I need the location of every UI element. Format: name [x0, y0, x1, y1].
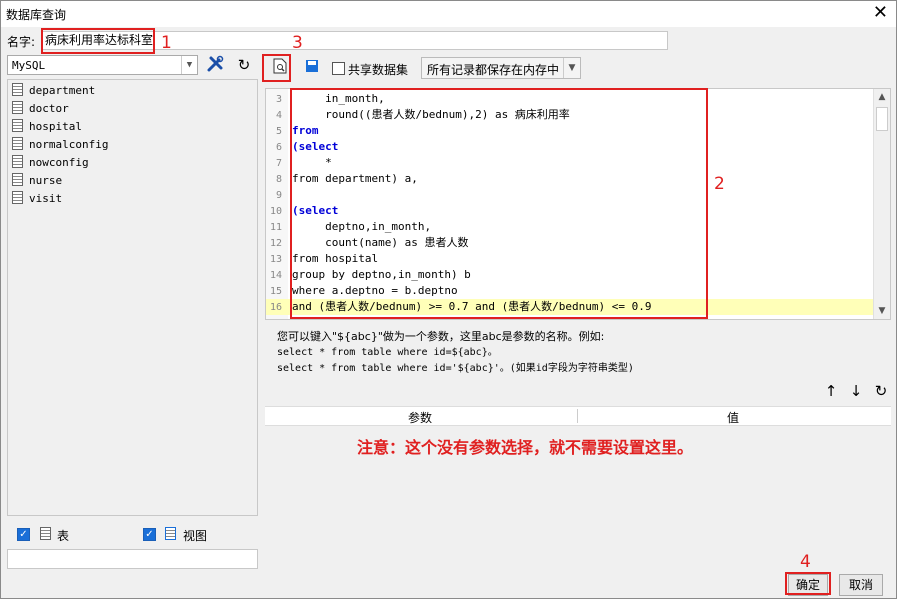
- save-icon[interactable]: [301, 58, 323, 78]
- table-icon: [12, 83, 23, 96]
- annotation-box-1: [41, 28, 155, 54]
- table-list: department doctor hospital normalconfig …: [7, 79, 258, 516]
- move-up-icon[interactable]: ↑: [822, 381, 840, 401]
- annotation-number-2: 2: [714, 174, 725, 194]
- notice-text: 注意：这个没有参数选择，就不需要设置这里。: [357, 438, 694, 457]
- annotation-number-4: 4: [800, 552, 811, 572]
- list-item-doctor[interactable]: doctor: [12, 101, 69, 119]
- object-filter-row: ✓ 表 ✓ 视图: [7, 523, 258, 545]
- parameter-table-header: 参数 值: [265, 406, 891, 426]
- parameter-table: 参数 值 注意：这个没有参数选择，就不需要设置这里。: [265, 406, 891, 571]
- editor-toolbar: 共享数据集 所有记录都保存在内存中 ▼: [265, 55, 890, 81]
- cancel-button[interactable]: 取消: [839, 574, 883, 596]
- table-icon: [12, 191, 23, 204]
- dialog-footer: 确定 取消: [1, 571, 896, 599]
- hint-line-1: 您可以键入"${abc}"做为一个参数，这里abc是参数的名称。例如:: [277, 330, 605, 343]
- table-icon: [40, 527, 51, 540]
- shared-dataset-label: 共享数据集: [348, 63, 409, 77]
- refresh-params-icon[interactable]: ↻: [872, 381, 890, 401]
- show-views-label: 视图: [183, 529, 208, 543]
- annotation-box-3: [262, 54, 291, 82]
- chevron-down-icon: ▼: [181, 56, 197, 74]
- scroll-down-icon[interactable]: ▼: [874, 303, 890, 319]
- show-views-checkbox[interactable]: ✓: [143, 528, 156, 541]
- connection-settings-icon[interactable]: [204, 55, 226, 75]
- table-icon: [12, 155, 23, 168]
- name-label: 名字:: [7, 35, 36, 49]
- db-type-select[interactable]: MySQL ▼: [7, 55, 198, 75]
- refresh-icon[interactable]: ↻: [233, 55, 255, 75]
- show-tables-label: 表: [57, 529, 70, 543]
- annotation-box-4: [785, 572, 831, 595]
- table-icon: [12, 137, 23, 150]
- shared-dataset-checkbox[interactable]: [332, 62, 345, 75]
- list-item-department[interactable]: department: [12, 83, 95, 101]
- close-icon[interactable]: ✕: [873, 3, 888, 23]
- list-item-hospital[interactable]: hospital: [12, 119, 82, 137]
- view-icon: [165, 527, 176, 540]
- column-header-param[interactable]: 参数: [408, 409, 432, 426]
- list-item-nowconfig[interactable]: nowconfig: [12, 155, 89, 173]
- title-bar: 数据库查询 ✕: [1, 1, 896, 27]
- hint-line-2: select * from table where id=${abc}。: [277, 347, 498, 358]
- window-title: 数据库查询: [6, 8, 67, 22]
- move-down-icon[interactable]: ↓: [847, 381, 865, 401]
- annotation-box-2: [290, 88, 708, 319]
- annotation-number-1: 1: [161, 33, 172, 53]
- list-item-visit[interactable]: visit: [12, 191, 62, 209]
- list-item-normalconfig[interactable]: normalconfig: [12, 137, 108, 155]
- column-header-value[interactable]: 值: [727, 409, 739, 426]
- chevron-down-icon: ▼: [563, 58, 580, 78]
- query-dialog: 数据库查询 ✕ 名字: 病床利用率达标科室 1 MySQL ▼ ↻ depart…: [0, 0, 897, 599]
- column-divider: [577, 409, 578, 423]
- table-icon: [12, 101, 23, 114]
- annotation-number-3: 3: [292, 33, 303, 53]
- parameter-hint: 您可以键入"${abc}"做为一个参数，这里abc是参数的名称。例如: sele…: [277, 329, 877, 377]
- cache-mode-value: 所有记录都保存在内存中: [427, 63, 560, 77]
- table-icon: [12, 173, 23, 186]
- scroll-up-icon[interactable]: ▲: [874, 89, 890, 105]
- editor-scrollbar[interactable]: ▲ ▼: [873, 89, 890, 319]
- table-icon: [12, 119, 23, 132]
- hint-line-3: select * from table where id='${abc}'。(如…: [277, 363, 634, 374]
- db-type-value: MySQL: [12, 59, 46, 72]
- show-tables-checkbox[interactable]: ✓: [17, 528, 30, 541]
- cache-mode-select[interactable]: 所有记录都保存在内存中 ▼: [421, 57, 581, 79]
- list-item-nurse[interactable]: nurse: [12, 173, 62, 191]
- scroll-thumb[interactable]: [876, 107, 888, 131]
- table-filter-input[interactable]: [7, 549, 258, 569]
